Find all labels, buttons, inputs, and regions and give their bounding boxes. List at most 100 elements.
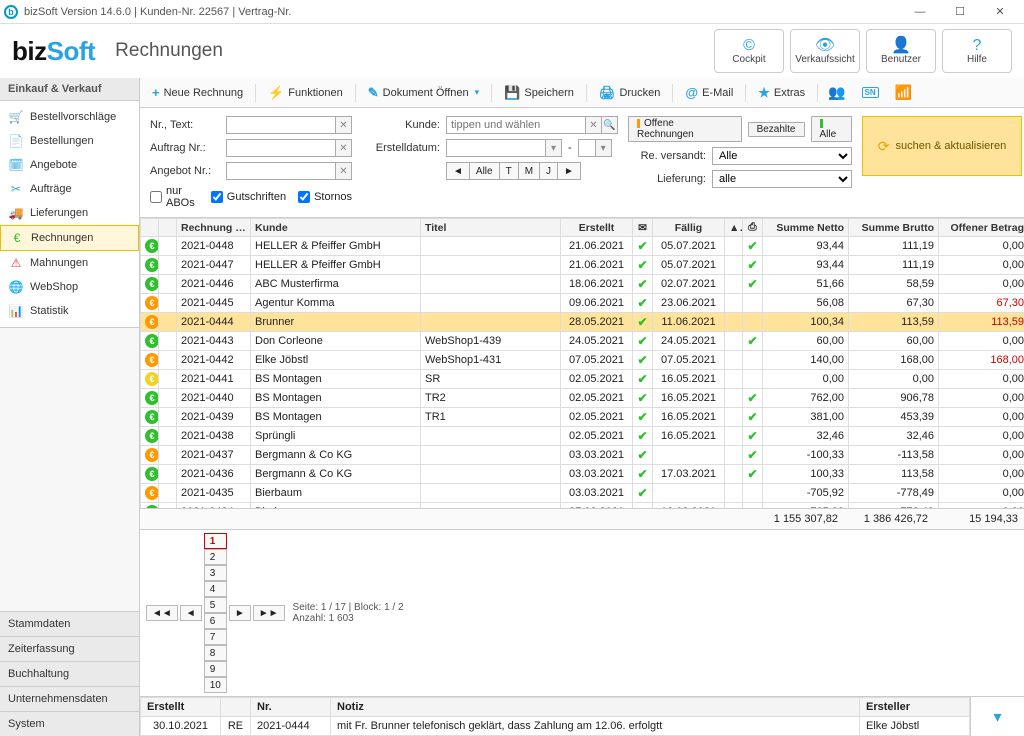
sidebar-section-title[interactable]: Einkauf & Verkauf: [0, 78, 139, 101]
sidebar-item-angebote[interactable]: 🗓Angebote: [0, 153, 139, 177]
col-header[interactable]: Rechnung Nr.: [177, 219, 251, 237]
offene-pill[interactable]: Offene Rechnungen: [628, 116, 742, 142]
table-row[interactable]: €2021-0436Bergmann & Co KG03.03.2021✔17.…: [141, 465, 1024, 484]
date-range-T[interactable]: T: [500, 162, 519, 180]
page-8[interactable]: 8: [204, 645, 227, 661]
alle-pill[interactable]: Alle: [811, 116, 853, 142]
bezahlte-pill[interactable]: Bezahlte: [748, 122, 805, 137]
header-benutzer-button[interactable]: 👤Benutzer: [866, 29, 936, 73]
col-header[interactable]: [141, 219, 159, 237]
page-1[interactable]: 1: [204, 533, 227, 549]
page-2[interactable]: 2: [204, 549, 227, 565]
search-button[interactable]: ⟳suchen & aktualisieren: [862, 116, 1022, 176]
col-header[interactable]: ✉: [633, 219, 653, 237]
new-invoice-button[interactable]: +Neue Rechnung: [144, 81, 251, 104]
sidebar-item-aufträge[interactable]: ✂Aufträge: [0, 177, 139, 201]
note-row[interactable]: 30.10.2021 RE 2021-0444 mit Fr. Brunner …: [141, 717, 970, 736]
sidebar-item-bestellvorschläge[interactable]: 🛒Bestellvorschläge: [0, 105, 139, 129]
clear-angebot-button[interactable]: ✕: [336, 162, 352, 180]
sidebar-item-lieferungen[interactable]: 🚚Lieferungen: [0, 201, 139, 225]
sidebar-item-mahnungen[interactable]: ⚠Mahnungen: [0, 251, 139, 275]
table-row[interactable]: €2021-0435Bierbaum03.03.2021✔-705,92-778…: [141, 484, 1024, 503]
table-row[interactable]: €2021-0444Brunner28.05.2021✔11.06.202110…: [141, 313, 1024, 332]
clear-nr-button[interactable]: ✕: [336, 116, 352, 134]
invoices-grid[interactable]: Rechnung Nr.KundeTitelErstellt✉Fällig▲⎙S…: [140, 218, 1024, 508]
table-row[interactable]: €2021-0445Agentur Komma09.06.2021✔23.06.…: [141, 294, 1024, 313]
sidebar-bottom-zeiterfassung[interactable]: Zeiterfassung: [0, 636, 139, 661]
auftrag-input[interactable]: [226, 139, 336, 157]
nr-text-input[interactable]: [226, 116, 336, 134]
date-range-J[interactable]: J: [540, 162, 558, 180]
col-header[interactable]: Summe Brutto: [849, 219, 939, 237]
pager-last[interactable]: ►►: [253, 605, 285, 621]
table-row[interactable]: €2021-0438Sprüngli02.05.2021✔16.05.2021✔…: [141, 427, 1024, 446]
sidebar-bottom-buchhaltung[interactable]: Buchhaltung: [0, 661, 139, 686]
table-row[interactable]: €2021-0442Elke JöbstlWebShop1-43107.05.2…: [141, 351, 1024, 370]
pager-next[interactable]: ►: [229, 605, 251, 621]
serial-icon[interactable]: SN: [856, 83, 885, 102]
functions-button[interactable]: ⚡Funktionen: [260, 81, 351, 105]
col-header[interactable]: Fällig: [653, 219, 725, 237]
angebot-input[interactable]: [226, 162, 336, 180]
note-col[interactable]: Erstellt: [141, 698, 221, 717]
gutschrift-checkbox[interactable]: [211, 191, 223, 203]
lieferung-select[interactable]: alle: [712, 170, 852, 188]
date-to-dd[interactable]: ▾: [596, 139, 612, 157]
header-cockpit-button[interactable]: ©Cockpit: [714, 29, 784, 73]
sidebar-item-rechnungen[interactable]: €Rechnungen: [0, 225, 139, 251]
sidebar-item-webshop[interactable]: 🌐WebShop: [0, 275, 139, 299]
col-header[interactable]: Kunde: [251, 219, 421, 237]
page-7[interactable]: 7: [204, 629, 227, 645]
pager-prev[interactable]: ◄: [180, 605, 202, 621]
erstelldatum-from-input[interactable]: [446, 139, 546, 157]
abo-checkbox[interactable]: [150, 191, 162, 203]
versandt-select[interactable]: Alle: [712, 147, 852, 165]
date-range-◄[interactable]: ◄: [446, 162, 470, 180]
sidebar-bottom-unternehmensdaten[interactable]: Unternehmensdaten: [0, 686, 139, 711]
table-row[interactable]: €2021-0443Don CorleoneWebShop1-43924.05.…: [141, 332, 1024, 351]
page-3[interactable]: 3: [204, 565, 227, 581]
date-range-►[interactable]: ►: [558, 162, 581, 180]
note-col[interactable]: Nr.: [251, 698, 331, 717]
kunde-search-button[interactable]: 🔍: [602, 116, 618, 134]
table-row[interactable]: €2021-0439BS MontagenTR102.05.2021✔16.05…: [141, 408, 1024, 427]
note-col[interactable]: Notiz: [331, 698, 860, 717]
sidebar-item-statistik[interactable]: 📊Statistik: [0, 299, 139, 323]
table-row[interactable]: €2021-0447HELLER & Pfeiffer GmbH21.06.20…: [141, 256, 1024, 275]
col-header[interactable]: Titel: [421, 219, 561, 237]
date-range-M[interactable]: M: [519, 162, 540, 180]
col-header[interactable]: ⎙: [743, 219, 763, 237]
table-row[interactable]: €2021-0440BS MontagenTR202.05.2021✔16.05…: [141, 389, 1024, 408]
sidebar-item-bestellungen[interactable]: 📄Bestellungen: [0, 129, 139, 153]
col-header[interactable]: Offener Betrag: [939, 219, 1024, 237]
sidebar-bottom-stammdaten[interactable]: Stammdaten: [0, 611, 139, 636]
date-from-dd[interactable]: ▾: [546, 139, 562, 157]
header-verkaufssicht-button[interactable]: 👁Verkaufssicht: [790, 29, 860, 73]
storno-checkbox[interactable]: [298, 191, 310, 203]
maximize-button[interactable]: ☐: [940, 1, 980, 23]
page-4[interactable]: 4: [204, 581, 227, 597]
col-header[interactable]: Summe Netto: [763, 219, 849, 237]
page-10[interactable]: 10: [204, 677, 227, 693]
sidebar-bottom-system[interactable]: System: [0, 711, 139, 736]
date-range-Alle[interactable]: Alle: [470, 162, 500, 180]
col-header[interactable]: Erstellt: [561, 219, 633, 237]
email-button[interactable]: @E-Mail: [677, 81, 741, 104]
clear-auftrag-button[interactable]: ✕: [336, 139, 352, 157]
page-9[interactable]: 9: [204, 661, 227, 677]
col-header[interactable]: [159, 219, 177, 237]
note-col[interactable]: [221, 698, 251, 717]
close-button[interactable]: ✕: [980, 1, 1020, 23]
table-row[interactable]: €2021-0441BS MontagenSR02.05.2021✔16.05.…: [141, 370, 1024, 389]
erstelldatum-to-input[interactable]: [578, 139, 596, 157]
kunde-input[interactable]: [446, 116, 586, 134]
print-button[interactable]: 🖨Drucken: [591, 81, 668, 105]
minimize-button[interactable]: —: [900, 1, 940, 23]
table-row[interactable]: €2021-0448HELLER & Pfeiffer GmbH21.06.20…: [141, 237, 1024, 256]
stats-icon[interactable]: 📶: [889, 80, 918, 105]
page-6[interactable]: 6: [204, 613, 227, 629]
open-document-button[interactable]: ✎Dokument Öffnen▾: [360, 81, 487, 105]
extras-button[interactable]: ★Extras: [750, 81, 813, 105]
clear-kunde-button[interactable]: ✕: [586, 116, 602, 134]
note-col[interactable]: Ersteller: [860, 698, 970, 717]
